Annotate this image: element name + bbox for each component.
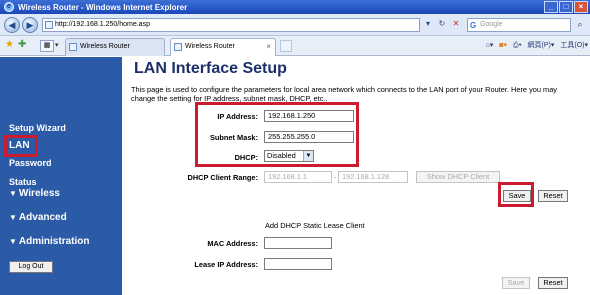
add-favorites-icon[interactable]: ✚ — [18, 40, 26, 50]
ip-address-input[interactable]: 192.168.1.250 — [264, 110, 354, 122]
close-icon[interactable]: × — [574, 1, 588, 13]
tab-close-icon[interactable]: × — [266, 39, 271, 55]
quick-tabs-icon[interactable]: ▦ — [40, 40, 54, 52]
favorites-star-icon[interactable]: ★ — [5, 40, 14, 50]
dhcp-range-end-input[interactable]: 192.168.1.128 — [338, 171, 408, 183]
expand-triangle-icon: ▼ — [9, 189, 17, 198]
back-button[interactable]: ◀ — [4, 17, 20, 33]
dhcp-range-start-input[interactable]: 192.168.1.1 — [264, 171, 332, 183]
page-menu-label: 網頁(P) — [527, 42, 551, 49]
sidebar-item-setup-wizard[interactable]: Setup Wizard — [9, 123, 66, 133]
window-controls: _ □ × — [544, 1, 588, 13]
lease-ip-address-input[interactable] — [264, 258, 332, 270]
tab-label: Wireless Router — [80, 43, 130, 50]
dhcp-selected-value: Disabled — [267, 151, 296, 160]
lease-ip-address-label: Lease IP Address: — [194, 260, 258, 269]
address-input[interactable]: http://192.168.1.250/home.asp — [42, 18, 420, 32]
sidebar-item-advanced[interactable]: ▼ Advanced — [9, 212, 67, 223]
ie-logo-icon: e — [4, 2, 14, 12]
sidebar-item-label: Status — [9, 177, 37, 187]
address-dropdown-icon[interactable]: ▾ — [422, 18, 434, 32]
static-lease-title: Add DHCP Static Lease Client — [265, 221, 365, 230]
sidebar-item-status[interactable]: Status — [9, 177, 37, 187]
logout-button[interactable]: Log Out — [9, 261, 53, 273]
search-placeholder: Google — [480, 21, 503, 28]
dhcp-select[interactable]: Disabled ▼ — [264, 150, 314, 162]
chevron-down-icon: ▼ — [303, 151, 313, 161]
tab-page-icon — [174, 43, 182, 51]
expand-triangle-icon: ▼ — [9, 213, 17, 222]
tab-row: ★ ✚ ▦ ▾ Wireless Router Wireless Router … — [0, 36, 590, 56]
refresh-icon[interactable]: ↻ — [436, 18, 448, 32]
tab-wireless-router-2[interactable]: Wireless Router × — [170, 38, 276, 56]
tools-menu[interactable]: 工具(O)▾ — [560, 40, 588, 52]
stop-icon[interactable]: ✕ — [450, 18, 462, 32]
page-title: LAN Interface Setup — [134, 60, 287, 77]
mac-address-input[interactable] — [264, 237, 332, 249]
expand-triangle-icon: ▼ — [9, 237, 17, 246]
sidebar-item-administration[interactable]: ▼ Administration — [9, 236, 89, 247]
sidebar-item-label: Advanced — [18, 212, 67, 223]
sidebar-item-wireless[interactable]: ▼ Wireless — [9, 188, 60, 199]
sidebar-item-password[interactable]: Password — [9, 158, 52, 168]
sidebar: Setup Wizard LAN Password Status ▼ Wirele… — [0, 57, 122, 295]
dhcp-label: DHCP: — [234, 153, 258, 162]
sidebar-item-label: Administration — [18, 236, 90, 247]
sidebar-item-label: LAN — [9, 140, 30, 151]
forward-button[interactable]: ▶ — [22, 17, 38, 33]
search-input[interactable]: G Google — [467, 18, 571, 32]
mac-address-label: MAC Address: — [207, 239, 258, 248]
search-provider-icon: G — [470, 21, 477, 30]
page-menu[interactable]: 網頁(P)▾ — [528, 40, 555, 52]
sidebar-item-lan[interactable]: LAN — [9, 140, 30, 151]
main-panel: LAN Interface Setup This page is used to… — [122, 57, 590, 295]
static-save-button[interactable]: Save — [502, 277, 530, 289]
sidebar-item-label: Setup Wizard — [9, 123, 66, 133]
tab-list-dropdown-icon[interactable]: ▾ — [55, 40, 59, 52]
minimize-icon[interactable]: _ — [544, 1, 558, 13]
window-title-bar: e Wireless Router - Windows Internet Exp… — [0, 0, 590, 14]
address-bar-row: ◀ ▶ http://192.168.1.250/home.asp ▾ ↻ ✕ … — [0, 14, 590, 36]
save-button[interactable]: Save — [503, 190, 531, 202]
reset-button[interactable]: Reset — [538, 190, 568, 202]
tools-menu-label: 工具(O) — [560, 42, 585, 49]
subnet-mask-label: Subnet Mask: — [209, 133, 258, 142]
tab-label: Wireless Router — [185, 43, 235, 50]
print-icon[interactable]: ⎙▾ — [513, 40, 522, 52]
dhcp-client-range-label: DHCP Client Range: — [187, 173, 259, 182]
tab-page-icon — [69, 43, 77, 51]
feeds-icon[interactable]: ◙▾ — [499, 40, 507, 52]
page-content: Setup Wizard LAN Password Status ▼ Wirele… — [0, 57, 590, 295]
page-icon — [45, 21, 53, 29]
home-icon[interactable]: ⌂▾ — [485, 40, 493, 52]
address-text: http://192.168.1.250/home.asp — [55, 21, 150, 28]
sidebar-item-label: Password — [9, 158, 52, 168]
show-dhcp-client-button[interactable]: Show DHCP Client — [416, 171, 500, 183]
sidebar-item-label: Wireless — [18, 188, 60, 199]
search-icon[interactable]: ⌕ — [573, 18, 587, 32]
ip-address-label: IP Address: — [217, 112, 258, 121]
maximize-icon[interactable]: □ — [559, 1, 573, 13]
tab-wireless-router-1[interactable]: Wireless Router — [65, 38, 165, 56]
static-reset-button[interactable]: Reset — [538, 277, 568, 289]
subnet-mask-input[interactable]: 255.255.255.0 — [264, 131, 354, 143]
new-tab-button[interactable] — [280, 40, 292, 52]
range-separator: - — [334, 173, 337, 182]
window-title: Wireless Router - Windows Internet Explo… — [18, 2, 188, 12]
page-description: This page is used to configure the param… — [131, 85, 558, 103]
command-bar: ⌂▾ ◙▾ ⎙▾ 網頁(P)▾ 工具(O)▾ — [485, 40, 588, 52]
